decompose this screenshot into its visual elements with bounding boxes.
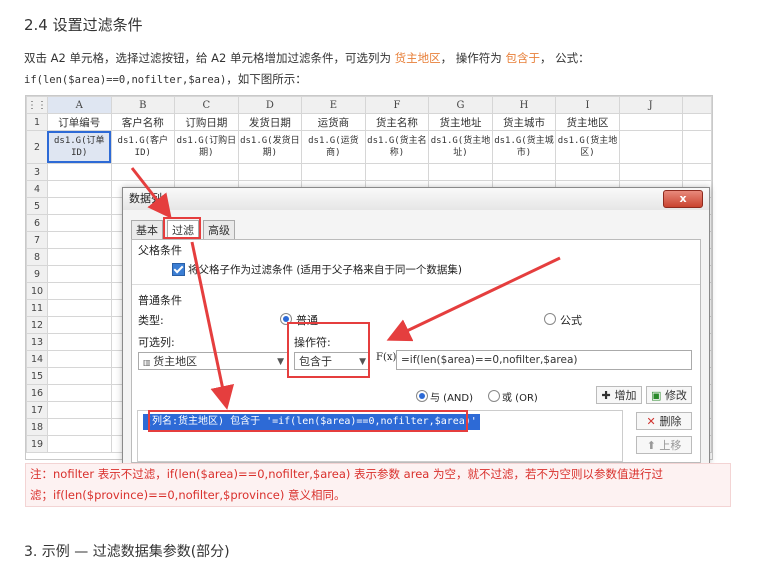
arrow-to-filter-tab: [130, 167, 172, 219]
note-line-2: 滤；if(len($province)==0,nofilter,$provinc…: [30, 488, 346, 502]
arrow-to-condition-item: [190, 241, 235, 410]
note-line-1: 注：nofilter 表示不过滤，if(len($area)==0,nofilt…: [30, 467, 663, 481]
next-section-heading: 3. 示例 — 过滤数据集参数(部分): [24, 544, 230, 560]
note-box: 注：nofilter 表示不过滤，if(len($area)==0,nofilt…: [25, 463, 731, 507]
arrow-to-operator: [386, 256, 561, 342]
